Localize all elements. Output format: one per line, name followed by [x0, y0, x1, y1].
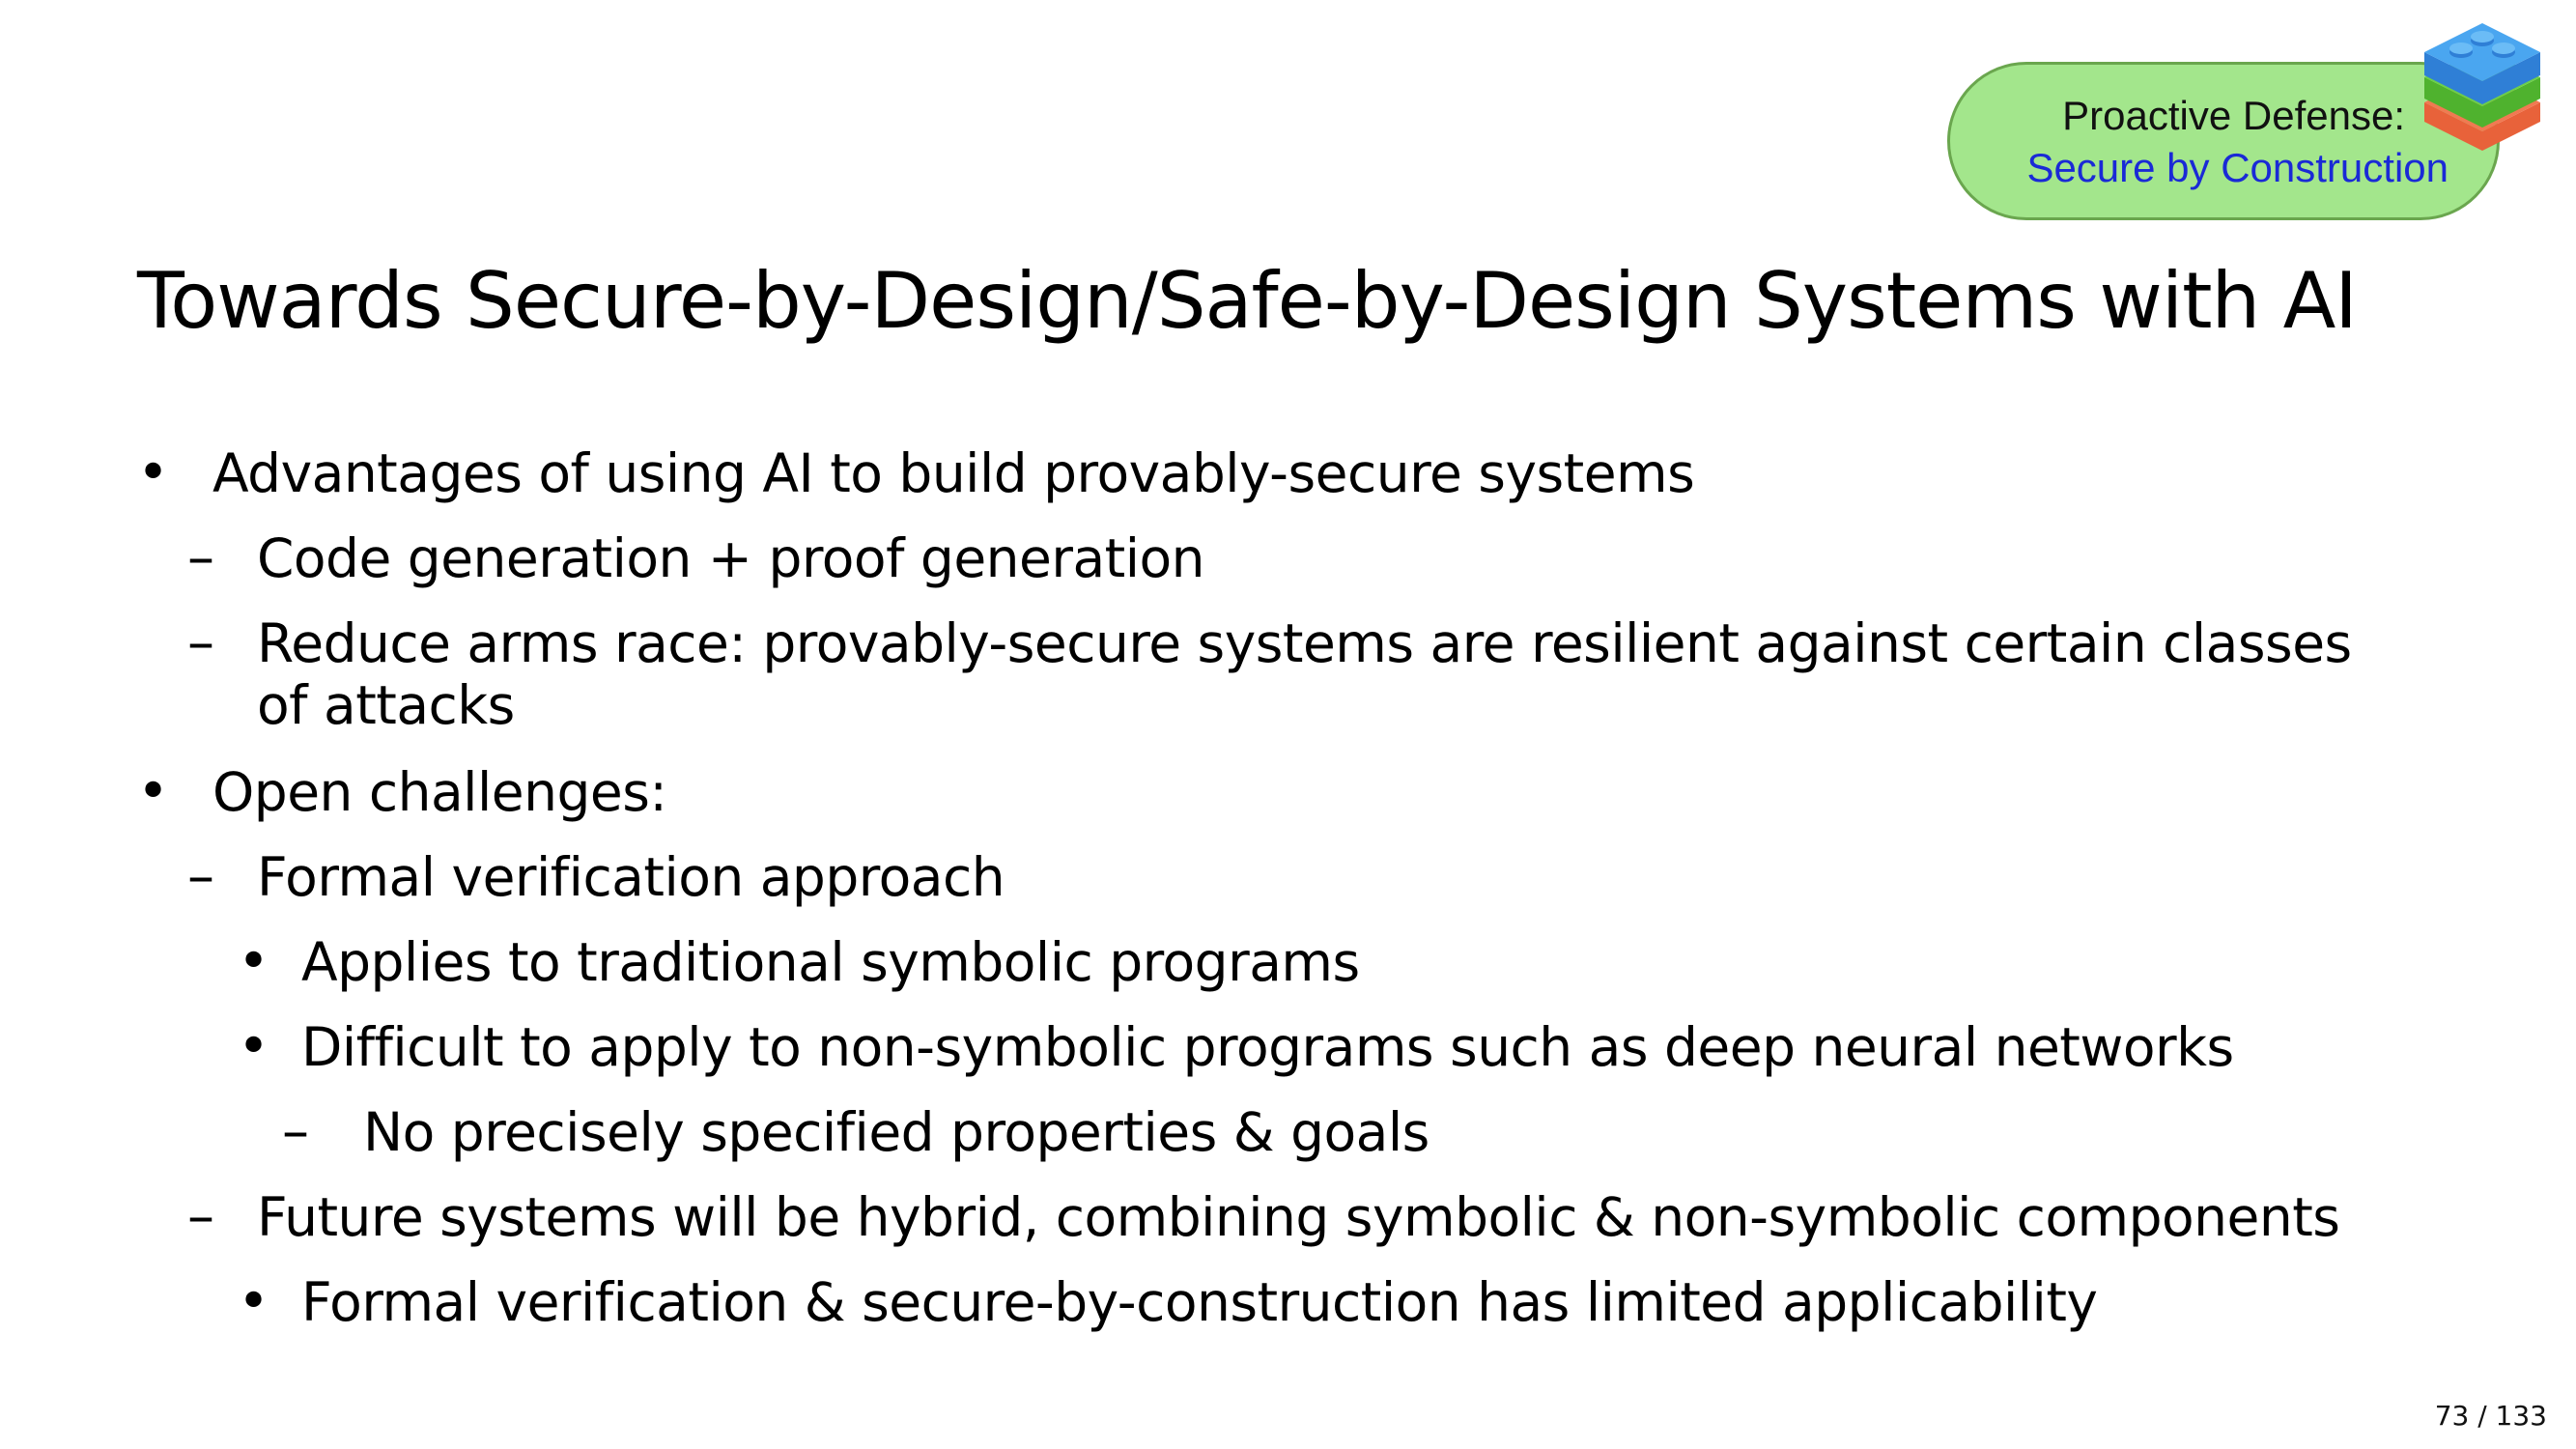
bullet-text-level-2: Code generation + proof generation [257, 527, 1205, 589]
badge-title: Proactive Defense: [2062, 93, 2405, 138]
page-counter: 73 / 133 [2434, 1400, 2547, 1432]
bullet-text-level-3: Difficult to apply to non-symbolic progr… [301, 1016, 2234, 1078]
bullet-text-level-1: Open challenges: [212, 761, 667, 823]
bullet-dot: • [238, 1270, 270, 1333]
bullet-dot: • [238, 930, 270, 993]
bullet-dash: – [187, 526, 214, 589]
bullet-dash: – [187, 611, 214, 674]
slide-title: Towards Secure-by-Design/Safe-by-Design … [137, 256, 2358, 346]
bullet-text-level-3: Formal verification & secure-by-construc… [301, 1271, 2098, 1333]
bullet-text-level-1: Advantages of using AI to build provably… [212, 442, 1695, 504]
bullet-text-level-2: Formal verification approach [257, 846, 1005, 908]
bullet-dash: – [282, 1100, 309, 1163]
bullet-text-level-2: Reduce arms race: provably-secure system… [257, 612, 2352, 674]
bullet-dot: • [137, 760, 170, 823]
bullet-dash: – [187, 1185, 214, 1248]
bullet-text-level-4: No precisely specified properties & goal… [363, 1101, 1430, 1163]
bullet-dot: • [137, 441, 170, 504]
stacked-blocks-icon [2424, 23, 2540, 151]
bullet-text-level-3: Applies to traditional symbolic programs [301, 931, 1360, 993]
bullet-dash: – [187, 845, 214, 908]
bullet-text-level-2: Future systems will be hybrid, combining… [257, 1186, 2340, 1248]
bullet-text-level-2: of attacks [257, 674, 515, 736]
bullet-dot: • [238, 1015, 270, 1078]
badge-subtitle: Secure by Construction [2026, 145, 2449, 190]
